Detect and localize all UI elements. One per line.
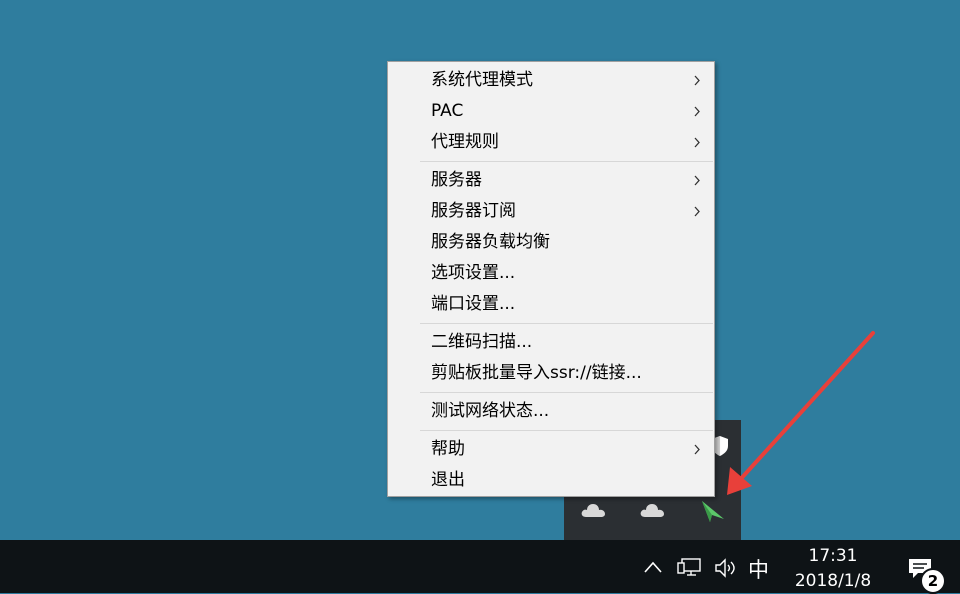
menu-item[interactable]: 退出: [388, 465, 714, 496]
menu-separator: [420, 392, 713, 393]
menu-item[interactable]: 服务器: [388, 165, 714, 196]
menu-item[interactable]: 服务器负载均衡: [388, 227, 714, 258]
menu-item-label: PAC: [431, 101, 464, 121]
chevron-right-icon: [692, 127, 702, 158]
menu-separator: [420, 430, 713, 431]
paper-plane-icon[interactable]: [698, 498, 728, 522]
menu-item[interactable]: 选项设置...: [388, 258, 714, 289]
menu-item[interactable]: 帮助: [388, 434, 714, 465]
clock-date[interactable]: 2018/1/8: [782, 571, 884, 591]
menu-item-label: 端口设置...: [431, 294, 516, 314]
chevron-right-icon: [692, 434, 702, 465]
menu-item-label: 帮助: [431, 439, 465, 459]
menu-item-label: 退出: [431, 470, 465, 490]
chevron-right-icon: [692, 165, 702, 196]
menu-item-label: 服务器订阅: [431, 201, 516, 221]
menu-item-label: 代理规则: [431, 132, 499, 152]
chevron-right-icon: [692, 96, 702, 127]
menu-item[interactable]: 服务器订阅: [388, 196, 714, 227]
menu-item-label: 服务器: [431, 170, 482, 190]
ime-indicator[interactable]: 中: [748, 554, 769, 584]
cloud-icon[interactable]: [638, 498, 668, 522]
chevron-right-icon: [692, 196, 702, 227]
menu-separator: [420, 161, 713, 162]
menu-item-label: 二维码扫描...: [431, 332, 533, 352]
menu-item[interactable]: PAC: [388, 96, 714, 127]
menu-item[interactable]: 剪贴板批量导入ssr://链接...: [388, 358, 714, 389]
menu-item-label: 剪贴板批量导入ssr://链接...: [431, 363, 642, 383]
menu-item[interactable]: 系统代理模式: [388, 65, 714, 96]
network-icon[interactable]: [676, 557, 702, 579]
speaker-icon[interactable]: [713, 557, 739, 579]
ssr-context-menu: 系统代理模式 PAC 代理规则服务器服务器订阅服务器负载均衡 选项设置... 端口设置.…: [387, 61, 715, 497]
menu-item[interactable]: 二维码扫描...: [388, 327, 714, 358]
chevron-up-icon[interactable]: [642, 558, 664, 576]
menu-item-label: 服务器负载均衡: [431, 232, 550, 252]
menu-item[interactable]: 端口设置...: [388, 289, 714, 320]
menu-item-label: 测试网络状态...: [431, 401, 550, 421]
notification-count-badge: 2: [920, 568, 946, 594]
menu-item[interactable]: 测试网络状态...: [388, 396, 714, 427]
menu-item-label: 系统代理模式: [431, 70, 533, 90]
clock-time[interactable]: 17:31: [790, 546, 876, 566]
menu-item[interactable]: 代理规则: [388, 127, 714, 158]
cloud-icon[interactable]: [579, 498, 609, 522]
chevron-right-icon: [692, 65, 702, 96]
menu-separator: [420, 323, 713, 324]
menu-item-label: 选项设置...: [431, 263, 516, 283]
taskbar: 中 17:31 2018/1/8 2: [0, 540, 960, 594]
